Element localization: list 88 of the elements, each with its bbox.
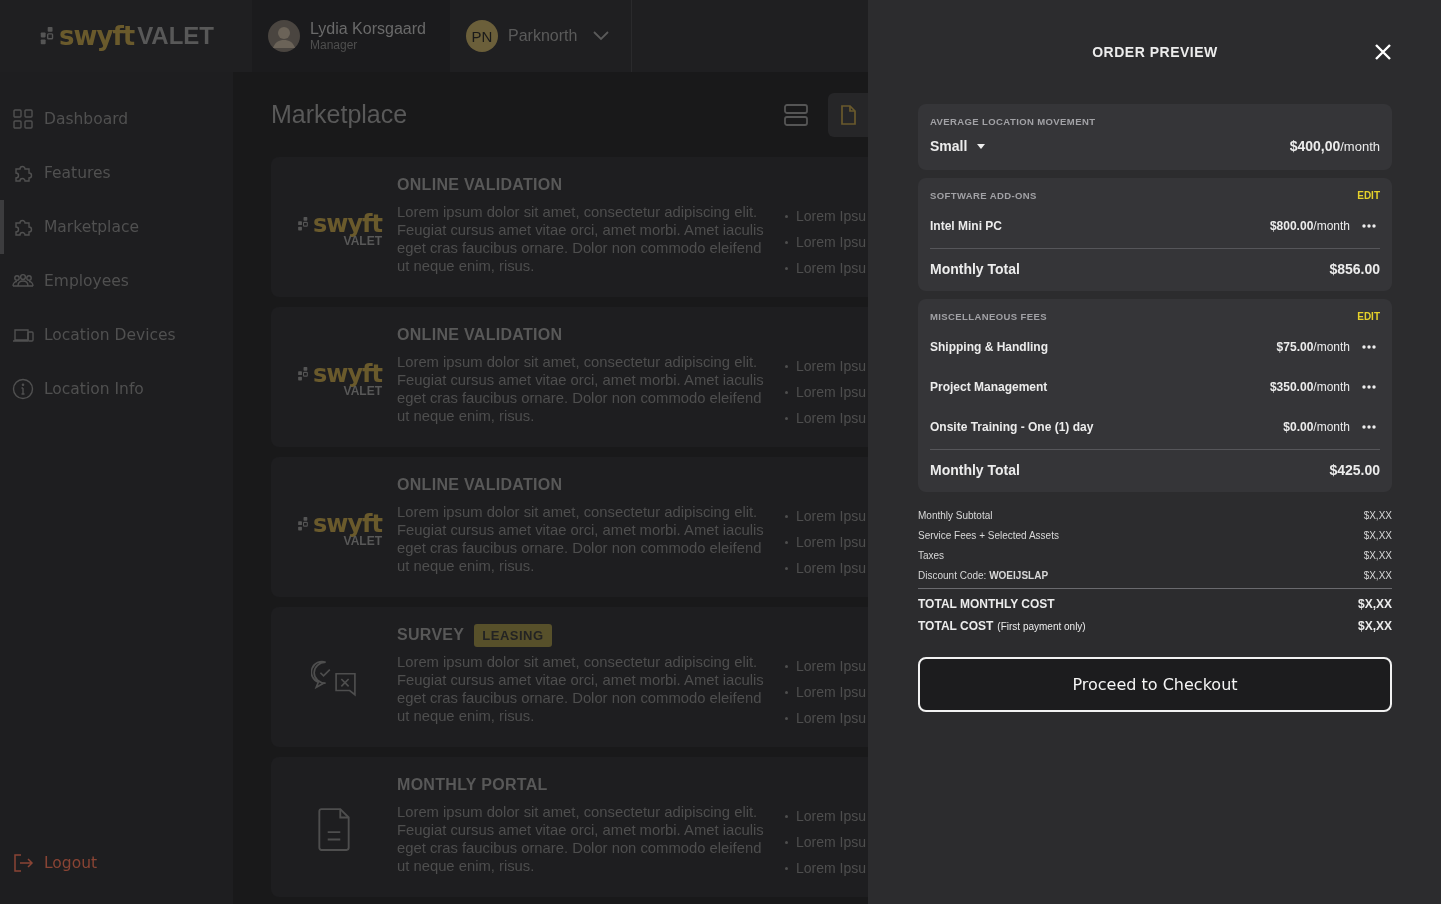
card-title: ONLINE VALIDATION [397,176,563,194]
section-label: MISCELLANEOUS FEES [930,310,1047,324]
total-value: $856.00 [1329,261,1380,277]
document-icon [840,104,856,125]
summary-value: $X,XX [1363,529,1392,541]
summary-label: Discount Code: WOEIJSLAP [918,569,1049,581]
location-initials: PN [466,20,498,52]
logout-button[interactable]: Logout [0,852,233,874]
bullet-icon [785,840,788,844]
more-icon[interactable] [1362,224,1376,228]
line-item-name: Onsite Training - One (1) day [930,420,1094,434]
card-title: MONTHLY PORTAL [397,776,548,794]
line-item-name: Shipping & Handling [930,340,1048,354]
summary-value: $X,XX [1363,509,1392,521]
total-value: $425.00 [1329,462,1380,478]
location-name: Parknorth [508,27,578,45]
bullet-icon [785,540,788,544]
document-view-button[interactable] [828,92,868,137]
bullet-icon [785,664,788,668]
bullet-icon [785,266,788,270]
more-icon[interactable] [1362,425,1376,429]
summary-label: Taxes [918,549,945,561]
bullet-icon [785,566,788,570]
price: $0.00/month [1283,420,1350,434]
close-icon[interactable] [1374,43,1392,61]
more-icon[interactable] [1362,385,1376,389]
product-card[interactable] [271,307,868,447]
user-name: Lydia Korsgaard [310,20,426,38]
bullet-icon [785,814,788,818]
panel-title: ORDER PREVIEW [1092,44,1218,60]
document-icon [318,807,350,851]
card-title: ONLINE VALIDATION [397,476,563,494]
product-card[interactable] [271,457,868,597]
logout-icon [12,852,34,874]
bullet-icon [785,716,788,720]
logo-mark-icon [296,517,310,531]
total-label: Monthly Total [930,261,1020,277]
more-icon[interactable] [1362,345,1376,349]
grid-icon [12,108,34,130]
price: $350.00/month [1269,380,1350,394]
line-item-name: Project Management [930,380,1048,394]
summary-value: $X,XX [1363,569,1392,581]
total-label: Monthly Total [930,462,1020,478]
bullet-icon [785,416,788,420]
info-icon [12,378,34,400]
logo-brand: swyft [313,510,382,538]
avatar [268,20,300,52]
section-label: SOFTWARE ADD-ONS [930,189,1037,203]
section-label: AVERAGE LOCATION MOVEMENT [930,115,1097,129]
logo-mark-icon [296,367,310,381]
bullet-icon [785,364,788,368]
logo-brand: swyft [58,21,135,51]
bullet-icon [785,390,788,394]
bullet-icon [785,866,788,870]
product-card[interactable] [271,757,868,897]
line-item-name: Intel Mini PC [930,219,1002,233]
summary-label: Service Fees + Selected Assets [918,529,1059,541]
total-label: TOTAL MONTHLY COST [918,597,1055,611]
chevron-down-icon [593,31,610,41]
product-card[interactable] [271,157,868,297]
price: $75.00/month [1276,340,1350,354]
summary-value: $X,XX [1363,549,1392,561]
summary-label: Monthly Subtotal [918,509,993,521]
edit-link[interactable]: EDIT [1357,189,1380,203]
edit-link[interactable]: EDIT [1357,310,1380,324]
card-title: ONLINE VALIDATION [397,326,563,344]
caret-down-icon [977,143,986,149]
logo-suffix: VALET [137,22,215,50]
total-label: TOTAL COST [918,619,994,633]
checkout-button[interactable]: Proceed to Checkout [918,657,1392,712]
total-value: $X,XX [1357,619,1392,633]
bullet-icon [785,514,788,518]
logo-brand: swyft [313,210,382,238]
product-card[interactable] [271,607,868,747]
bullet-icon [785,240,788,244]
total-note: (First payment only) [997,621,1086,632]
total-value: $X,XX [1357,597,1392,611]
logo-brand: swyft [313,360,382,388]
bullet-icon [785,214,788,218]
size-dropdown[interactable]: Small [930,138,986,154]
logo-mark-icon [296,217,310,231]
location-selector[interactable]: PN Parknorth [450,0,632,72]
list-view-icon[interactable] [784,103,808,126]
price: $800.00/month [1269,219,1350,233]
page-title: Marketplace [271,100,408,129]
bullet-icon [785,690,788,694]
price: $400,00/month [1289,138,1380,154]
card-title: SURVEY [397,626,465,644]
